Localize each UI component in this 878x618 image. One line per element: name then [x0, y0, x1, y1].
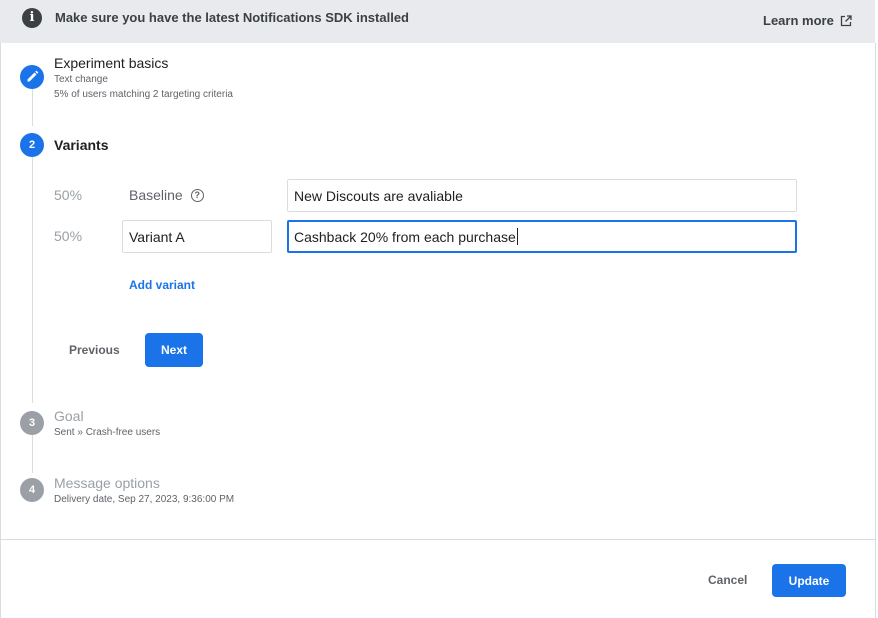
step-subtitle: Text change: [54, 74, 108, 85]
variant-a-percent: 50%: [54, 228, 83, 244]
open-in-new-icon: [840, 14, 852, 26]
next-button[interactable]: Next: [145, 333, 203, 367]
learn-more-link[interactable]: Learn more: [763, 13, 852, 28]
panel-right-border: [875, 43, 876, 618]
step-subtitle: Delivery date, Sep 27, 2023, 9:36:00 PM: [54, 494, 235, 505]
variant-a-value: Cashback 20% from each purchase: [294, 228, 516, 245]
previous-button[interactable]: Previous: [69, 343, 120, 357]
step-subtitle: Sent » Crash-free users: [54, 427, 161, 438]
help-icon[interactable]: ?: [190, 188, 204, 202]
step-number-badge: 2: [20, 133, 44, 157]
text-cursor: [516, 228, 518, 245]
baseline-label: Baseline: [129, 187, 183, 203]
footer-divider: [0, 539, 875, 540]
info-icon: i: [22, 8, 42, 28]
step-title-variants: Variants: [54, 137, 109, 153]
baseline-value-field[interactable]: New Discouts are avaliable: [287, 179, 797, 212]
step-title-message-options[interactable]: Message options: [54, 475, 160, 491]
update-label: Update: [788, 573, 830, 588]
cancel-button[interactable]: Cancel: [708, 573, 747, 587]
stepper-rail: [32, 157, 33, 403]
variant-a-value-field[interactable]: Cashback 20% from each purchase: [287, 220, 797, 253]
panel-left-border: [0, 43, 1, 618]
variant-name-input[interactable]: Variant A: [122, 220, 272, 253]
next-label: Next: [160, 343, 187, 357]
step-number-badge: 4: [20, 478, 44, 502]
add-variant-button[interactable]: Add variant: [129, 278, 195, 292]
step-title-goal[interactable]: Goal: [54, 408, 84, 424]
baseline-label-group: Baseline ?: [129, 187, 204, 203]
edit-icon: [20, 65, 44, 89]
step-title-experiment-basics[interactable]: Experiment basics: [54, 55, 168, 71]
learn-more-label: Learn more: [763, 13, 834, 28]
banner-message: Make sure you have the latest Notificati…: [55, 10, 409, 25]
stepper-rail: [32, 86, 33, 126]
update-button[interactable]: Update: [772, 564, 846, 597]
variant-name-value: Variant A: [129, 228, 185, 245]
stepper-rail: [32, 435, 33, 473]
step-number-badge: 3: [20, 411, 44, 435]
step-subtitle: 5% of users matching 2 targeting criteri…: [54, 89, 233, 100]
sdk-banner: i Make sure you have the latest Notifica…: [0, 0, 875, 43]
baseline-percent: 50%: [54, 187, 83, 203]
baseline-value: New Discouts are avaliable: [294, 187, 463, 204]
